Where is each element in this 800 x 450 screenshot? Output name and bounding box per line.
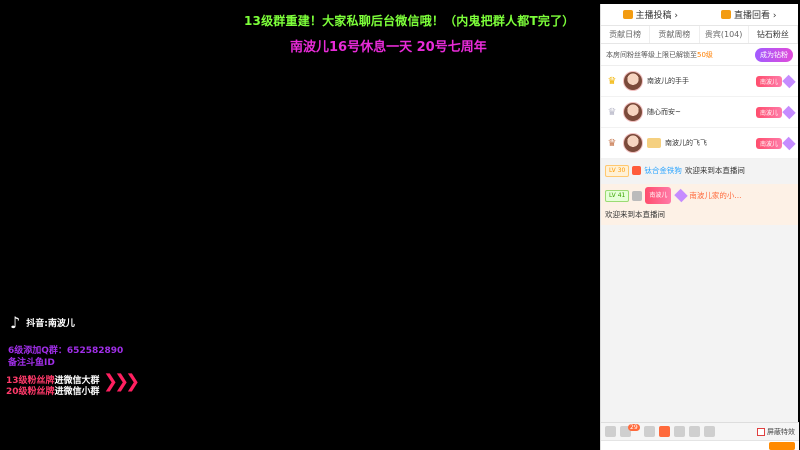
group-info: 6级添加Q群：652582890 备注斗鱼ID (8, 345, 123, 369)
fans-level-13: 13级粉丝牌 (6, 376, 55, 386)
fan-name: 南波儿的手手 (647, 77, 689, 85)
fans-level-20: 20级粉丝牌 (6, 387, 55, 397)
fans-group-info: 13级粉丝牌 进微信大群 20级粉丝牌 进微信小群 ❯❯❯ (6, 373, 140, 398)
fans-list: ♛ 南波儿的手手 南波儿 ♛ 随心而安~ 南波儿 ♛ 南波儿的飞飞 南波儿 (601, 66, 798, 159)
chat-message: LV 30 钛合金铁狗 欢迎来到本直播间 (605, 163, 794, 178)
crown-icon[interactable] (658, 426, 670, 437)
arrows-icon: ❯❯❯ (103, 371, 140, 392)
noble-icon (647, 138, 661, 148)
tab-daily[interactable]: 贡献日榜 (601, 26, 651, 43)
chat-username[interactable]: 钛合金铁狗 (644, 163, 682, 178)
list-item[interactable]: ♛ 南波儿的飞飞 南波儿 (601, 128, 798, 159)
fans-group-big: 进微信大群 (54, 376, 100, 386)
fan-badge: 南波儿 (645, 187, 672, 204)
fans-group-small: 进微信小群 (54, 387, 100, 397)
qq-group-line: 6级添加Q群：652582890 (8, 346, 124, 356)
chat-username[interactable]: 南波儿家的小... (689, 188, 741, 203)
overlay-announcement: 13级群重建！大家私聊后台微信哦！（内鬼把群人都T完了） (244, 14, 575, 28)
notice-level: 50级 (697, 50, 713, 59)
box-icon[interactable] (688, 426, 700, 437)
checkbox-icon (757, 427, 765, 436)
speaker-icon[interactable] (643, 426, 655, 437)
chat-list: LV 30 钛合金铁狗 欢迎来到本直播间 LV 41 南波儿 南波儿家的小...… (601, 159, 798, 229)
fans-row-1: 13级粉丝牌 进微信大群 (6, 376, 100, 387)
fan-name: 随心而安~ (647, 108, 681, 116)
side-panel: 主播投稿 › 直播回看 › 贡献日榜 贡献周榜 贵宾(104) 钻石粉丝 本房间… (600, 4, 799, 450)
emoji-icon[interactable] (605, 426, 616, 437)
list-item[interactable]: ♛ 南波儿的手手 南波儿 (601, 66, 798, 97)
fan-badge: 南波儿 (755, 137, 782, 149)
fan-name: 南波儿的飞飞 (665, 139, 707, 147)
anchor-upload-link[interactable]: 主播投稿 › (622, 8, 678, 21)
tiktok-id: 抖音:南波儿 (26, 319, 75, 329)
replay-link[interactable]: 直播回看 › (721, 8, 776, 21)
level-badge: LV 41 (605, 189, 630, 202)
upload-icon (622, 10, 633, 19)
remark-line: 备注斗鱼ID (8, 358, 55, 368)
noble-icon (632, 166, 642, 175)
tiktok-icon: ♪ (10, 313, 21, 332)
video-player[interactable]: 13级群重建！大家私聊后台微信哦！（内鬼把群人都T完了） 南波儿16号休息一天 … (0, 0, 600, 450)
tab-diamond-fans[interactable]: 钻石粉丝 (749, 26, 798, 43)
notice-text: 本房间粉丝等级上限已解锁至50级 (606, 50, 713, 60)
fans-row-2: 20级粉丝牌 进微信小群 (6, 387, 100, 398)
chat-message: LV 41 南波儿 南波儿家的小... 欢迎来到本直播间 (601, 184, 798, 225)
crown-silver-icon: ♛ (607, 106, 617, 118)
chat-text: 欢迎来到本直播间 (605, 210, 665, 219)
replay-icon (721, 10, 732, 19)
gift-icon[interactable] (673, 426, 685, 437)
diamond-icon (782, 74, 796, 88)
diamond-icon (782, 136, 796, 150)
fan-badge: 南波儿 (755, 106, 782, 118)
fan-badge: 南波儿 (755, 75, 782, 87)
chat-toolbar: 29 屏蔽特效 (601, 422, 799, 440)
avatar (623, 71, 643, 91)
rank-tabs: 贡献日榜 贡献周榜 贵宾(104) 钻石粉丝 (601, 26, 798, 44)
avatar (623, 102, 643, 122)
level-badge: LV 30 (605, 164, 630, 177)
join-diamond-button[interactable]: 成为钻粉 (755, 47, 793, 62)
diamond-icon (782, 105, 796, 119)
notice-prefix: 本房间粉丝等级上限已解锁至 (606, 50, 697, 59)
list-item[interactable]: ♛ 随心而安~ 南波儿 (601, 97, 798, 128)
fans-level-notice: 本房间粉丝等级上限已解锁至50级 成为钻粉 (601, 44, 798, 66)
share-icon[interactable] (703, 426, 715, 437)
tab-vip[interactable]: 贵宾(104) (700, 26, 749, 43)
shield-effects-toggle[interactable]: 屏蔽特效 (757, 427, 795, 437)
tab-weekly[interactable]: 贡献周榜 (650, 26, 700, 43)
chat-text: 欢迎来到本直播间 (684, 166, 745, 175)
diamond-icon (674, 188, 689, 203)
noble-icon (632, 190, 643, 201)
chat-input[interactable] (601, 440, 799, 450)
panel-top-links: 主播投稿 › 直播回看 › (601, 4, 798, 26)
notify-count: 29 (628, 424, 640, 431)
crown-bronze-icon: ♛ (607, 137, 617, 149)
send-button[interactable] (769, 442, 795, 450)
shield-label: 屏蔽特效 (767, 427, 795, 436)
overlay-schedule: 南波儿16号休息一天 20号七周年 (290, 40, 487, 55)
crown-gold-icon: ♛ (607, 75, 617, 87)
tiktok-watermark: ♪ 抖音:南波儿 (10, 313, 75, 332)
avatar (623, 133, 643, 153)
replay-label: 直播回看 › (734, 11, 777, 21)
anchor-upload-label: 主播投稿 › (635, 11, 678, 21)
